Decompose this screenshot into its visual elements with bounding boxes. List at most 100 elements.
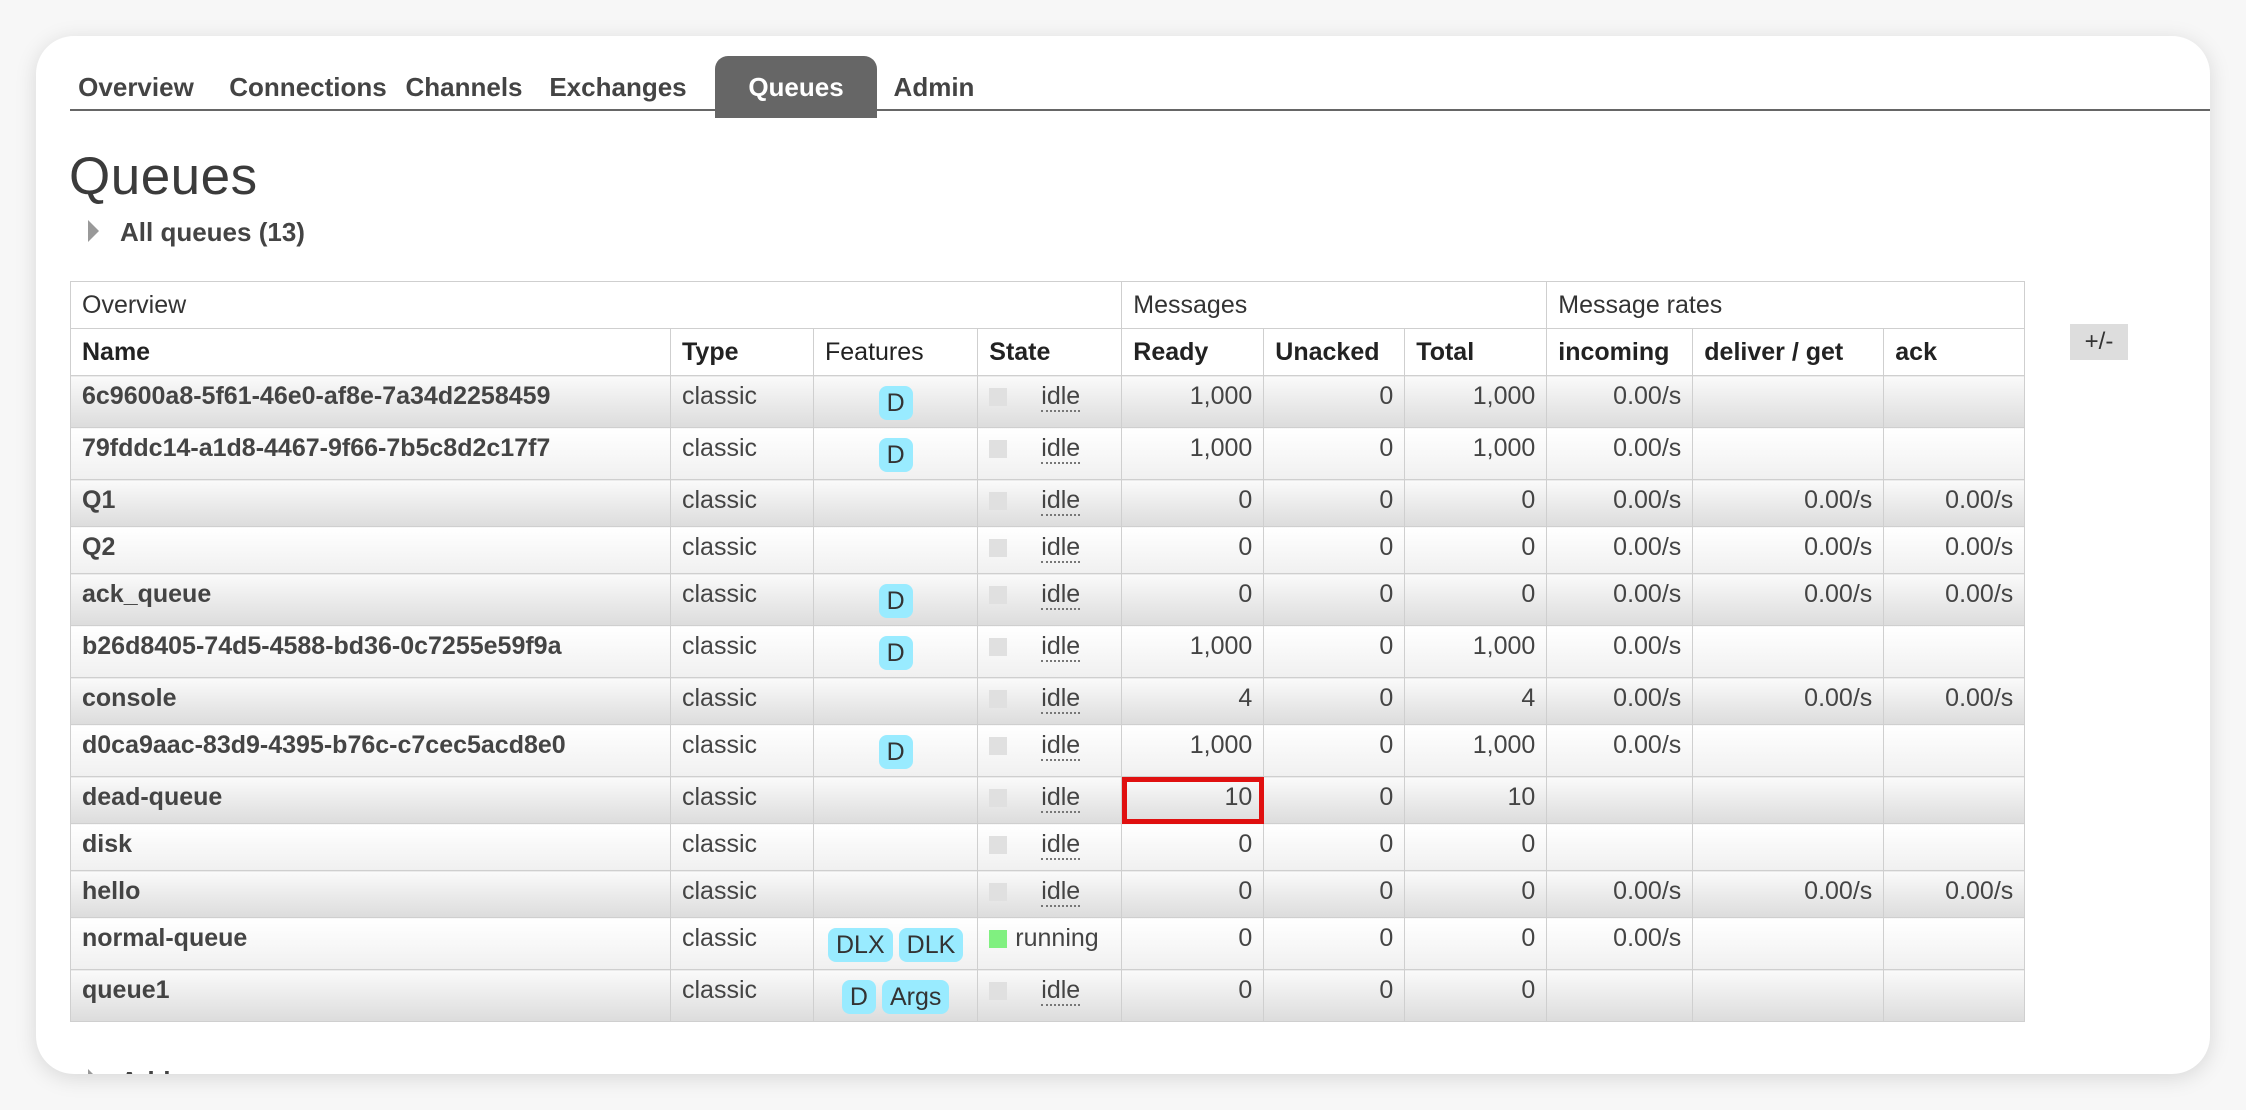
ack-rate: 0.00/s	[1883, 479, 2026, 527]
incoming-rate	[1546, 969, 1694, 1022]
queue-features	[812, 479, 979, 527]
queue-features	[812, 870, 979, 918]
queue-state: idle	[977, 427, 1123, 480]
incoming-rate: 0.00/s	[1546, 870, 1694, 918]
ack-rate	[1883, 427, 2026, 480]
expand-triangle-icon	[88, 220, 99, 242]
queue-name-link[interactable]: d0ca9aac-83d9-4395-b76c-c7cec5acd8e0	[70, 724, 671, 777]
incoming-rate: 0.00/s	[1546, 677, 1694, 725]
ready-count: 1,000	[1121, 724, 1265, 777]
queue-name-link[interactable]: normal-queue	[70, 917, 671, 970]
feature-badge: D	[878, 636, 913, 670]
queue-name-link[interactable]: Q2	[70, 526, 671, 574]
queue-features	[812, 526, 979, 574]
state-indicator-icon	[989, 883, 1008, 902]
column-toggle-button[interactable]: +/-	[2070, 324, 2128, 360]
deliver-get-rate	[1692, 375, 1885, 428]
col-name[interactable]: Name	[70, 328, 671, 376]
all-queues-label: All queues (13)	[120, 217, 305, 247]
state-indicator-icon	[989, 638, 1008, 657]
total-count: 1,000	[1404, 375, 1548, 428]
tab-exchanges[interactable]: Exchanges	[530, 56, 706, 118]
queue-features: D	[812, 375, 979, 428]
deliver-get-rate	[1692, 776, 1885, 824]
table-row: dead-queue classic idle 10 0 10	[70, 776, 2026, 824]
queue-features	[812, 677, 979, 725]
tab-connections[interactable]: Connections	[208, 56, 408, 118]
col-total[interactable]: Total	[1404, 328, 1548, 376]
queue-name-link[interactable]: disk	[70, 823, 671, 871]
management-panel: Overview Connections Channels Exchanges …	[36, 36, 2210, 1074]
deliver-get-rate	[1692, 724, 1885, 777]
ack-rate	[1883, 625, 2026, 678]
queue-state: running	[977, 917, 1123, 970]
queue-type: classic	[670, 573, 814, 626]
deliver-get-rate: 0.00/s	[1692, 573, 1885, 626]
state-indicator-icon	[989, 388, 1008, 407]
col-ack[interactable]: ack	[1883, 328, 2026, 376]
queue-name-link[interactable]: 79fddc14-a1d8-4467-9f66-7b5c8d2c17f7	[70, 427, 671, 480]
col-unacked[interactable]: Unacked	[1263, 328, 1406, 376]
queue-features: D	[812, 427, 979, 480]
ack-rate: 0.00/s	[1883, 526, 2026, 574]
state-label: idle	[1041, 486, 1081, 516]
ack-rate	[1883, 823, 2026, 871]
state-indicator-icon	[989, 737, 1008, 756]
tab-overview[interactable]: Overview	[70, 56, 202, 118]
queue-name-link[interactable]: Q1	[70, 479, 671, 527]
col-deliver-get[interactable]: deliver / get	[1692, 328, 1885, 376]
unacked-count: 0	[1263, 917, 1406, 970]
unacked-count: 0	[1263, 625, 1406, 678]
deliver-get-rate: 0.00/s	[1692, 479, 1885, 527]
col-features: Features	[812, 328, 979, 376]
feature-badge: Args	[881, 980, 950, 1014]
total-count: 0	[1404, 573, 1548, 626]
tab-queues[interactable]: Queues	[715, 56, 877, 118]
total-count: 0	[1404, 969, 1548, 1022]
state-label: idle	[1041, 783, 1081, 813]
queue-type: classic	[670, 823, 814, 871]
queue-name-link[interactable]: b26d8405-74d5-4588-bd36-0c7255e59f9a	[70, 625, 671, 678]
state-label: idle	[1041, 877, 1081, 907]
unacked-count: 0	[1263, 776, 1406, 824]
queue-name-link[interactable]: hello	[70, 870, 671, 918]
queue-state: idle	[977, 724, 1123, 777]
incoming-rate: 0.00/s	[1546, 917, 1694, 970]
ready-count: 0	[1121, 969, 1265, 1022]
queue-name-link[interactable]: console	[70, 677, 671, 725]
ack-rate	[1883, 724, 2026, 777]
queue-type: classic	[670, 625, 814, 678]
queue-name-link[interactable]: 6c9600a8-5f61-46e0-af8e-7a34d2258459	[70, 375, 671, 428]
queues-table: Overview Messages Message rates Name Typ…	[69, 281, 2026, 1022]
queue-type: classic	[670, 526, 814, 574]
tab-channels[interactable]: Channels	[388, 56, 540, 118]
deliver-get-rate	[1692, 969, 1885, 1022]
ack-rate: 0.00/s	[1883, 573, 2026, 626]
state-indicator-icon	[989, 539, 1008, 558]
ready-count: 0	[1121, 573, 1265, 626]
incoming-rate: 0.00/s	[1546, 526, 1694, 574]
queue-type: classic	[670, 724, 814, 777]
state-indicator-icon	[989, 836, 1008, 855]
col-incoming[interactable]: incoming	[1546, 328, 1694, 376]
queue-name-link[interactable]: queue1	[70, 969, 671, 1022]
queue-features	[812, 823, 979, 871]
state-label: idle	[1041, 976, 1081, 1006]
state-label: idle	[1041, 382, 1081, 412]
ack-rate: 0.00/s	[1883, 677, 2026, 725]
queue-name-link[interactable]: dead-queue	[70, 776, 671, 824]
queue-name-link[interactable]: ack_queue	[70, 573, 671, 626]
total-count: 0	[1404, 823, 1548, 871]
ready-count: 0	[1121, 823, 1265, 871]
queue-type: classic	[670, 479, 814, 527]
feature-badge: D	[878, 386, 913, 420]
ready-count: 0	[1121, 917, 1265, 970]
table-row: 79fddc14-a1d8-4467-9f66-7b5c8d2c17f7 cla…	[70, 427, 2026, 480]
queue-features: D	[812, 573, 979, 626]
total-count: 0	[1404, 526, 1548, 574]
col-state[interactable]: State	[977, 328, 1123, 376]
col-ready[interactable]: Ready	[1121, 328, 1265, 376]
col-type[interactable]: Type	[670, 328, 814, 376]
deliver-get-rate: 0.00/s	[1692, 677, 1885, 725]
tab-admin[interactable]: Admin	[878, 56, 990, 118]
